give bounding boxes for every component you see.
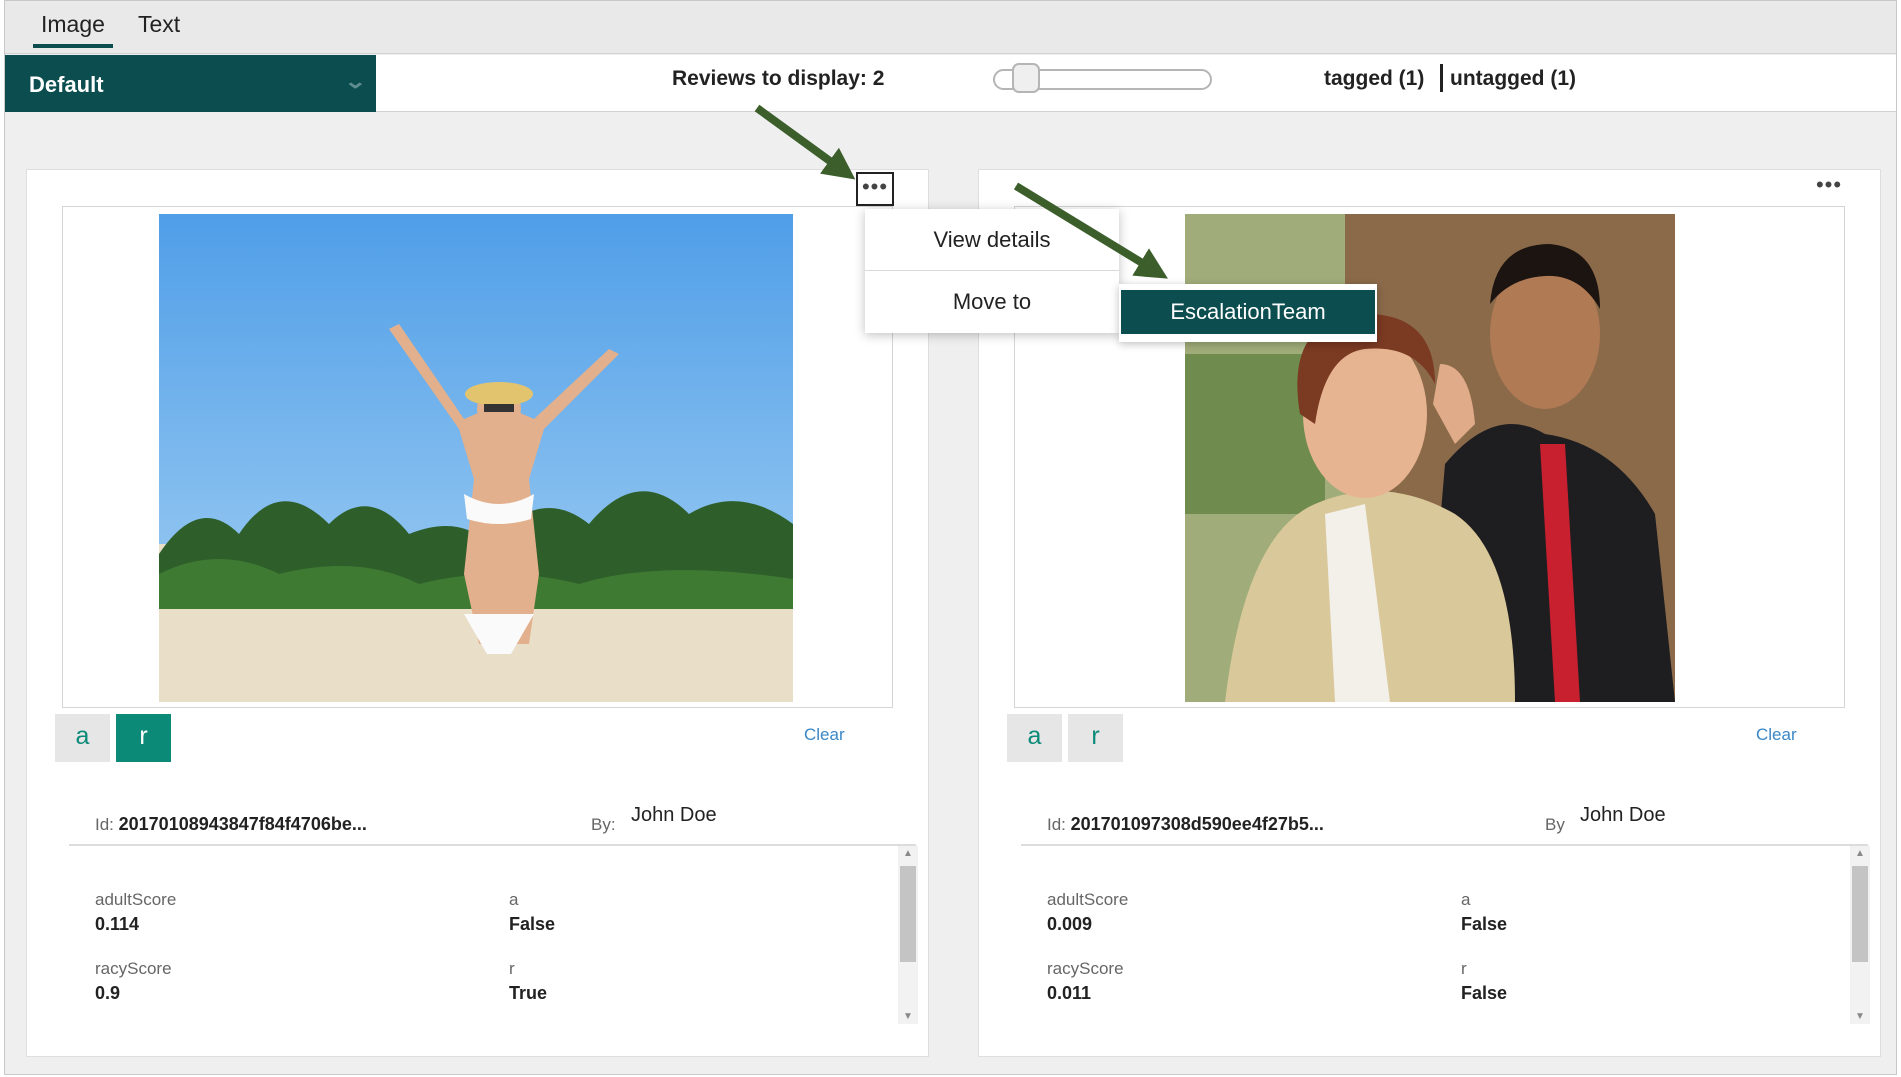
field-label: a	[1461, 890, 1471, 909]
field-label: racyScore	[95, 959, 172, 978]
field-label: r	[1461, 959, 1467, 978]
review-image-frame	[62, 206, 893, 708]
review-image-beach	[159, 214, 793, 702]
tag-button-a[interactable]: a	[1007, 714, 1062, 762]
tag-button-r[interactable]: r	[116, 714, 171, 762]
more-options-button[interactable]: •••	[1810, 172, 1848, 206]
menu-item-view-details[interactable]: View details	[865, 209, 1119, 271]
scroll-up-icon[interactable]: ▲	[1850, 848, 1870, 859]
move-to-submenu: EscalationTeam	[1119, 284, 1377, 342]
review-app: Image Text Default ⌄ Reviews to display:…	[4, 0, 1897, 1075]
submenu-item-escalationteam[interactable]: EscalationTeam	[1121, 290, 1375, 334]
scrollbar-thumb[interactable]	[900, 866, 916, 962]
scrollbar-thumb[interactable]	[1852, 866, 1868, 962]
review-image-frame	[1014, 206, 1845, 708]
more-options-menu: View details Move to	[865, 209, 1119, 333]
field-value: 0.114	[95, 914, 140, 934]
filter-tagged[interactable]: tagged (1)	[1324, 67, 1424, 91]
field-value: 0.9	[95, 983, 121, 1003]
review-id-row: Id: 20170108943847f84f4706be...	[95, 814, 367, 835]
content-type-tabs: Image Text	[5, 1, 1896, 54]
filter-divider	[1440, 64, 1443, 92]
clear-tags-link[interactable]: Clear	[1756, 725, 1797, 745]
filter-untagged[interactable]: untagged (1)	[1450, 67, 1576, 91]
reviews-to-display-label: Reviews to display: 2	[672, 67, 885, 90]
more-options-button[interactable]: •••	[856, 172, 894, 206]
field-value: 0.009	[1047, 914, 1093, 934]
metadata-scrollbar[interactable]: ▲ ▼	[898, 846, 918, 1024]
reviewer-name: John Doe	[631, 804, 717, 826]
reviewer-label: By	[1545, 815, 1565, 834]
reviewer-name: John Doe	[1580, 804, 1666, 826]
clear-tags-link[interactable]: Clear	[804, 725, 845, 745]
divider	[69, 844, 916, 846]
field-label: adultScore	[1047, 890, 1129, 909]
field-label: racyScore	[1047, 959, 1124, 978]
field-value: False	[1461, 983, 1508, 1003]
review-id-label: Id:	[95, 815, 114, 834]
reviews-slider-thumb[interactable]	[1012, 63, 1040, 93]
review-id-label: Id:	[1047, 815, 1066, 834]
scroll-up-icon[interactable]: ▲	[898, 848, 918, 859]
tab-text[interactable]: Text	[138, 11, 180, 38]
review-toolbar: Default ⌄ Reviews to display: 2 tagged (…	[5, 55, 1896, 112]
tag-button-r[interactable]: r	[1068, 714, 1123, 762]
scroll-down-icon[interactable]: ▼	[898, 1011, 918, 1022]
queue-dropdown[interactable]: Default ⌄	[5, 55, 376, 112]
review-id-row: Id: 201701097308d590ee4f27b5...	[1047, 814, 1324, 835]
tag-button-a[interactable]: a	[55, 714, 110, 762]
field-label: r	[509, 959, 515, 978]
review-card: ••• a r Clear Id: 20170108943847f84f4706…	[26, 169, 929, 1057]
metadata-scrollbar[interactable]: ▲ ▼	[1850, 846, 1870, 1024]
field-value: False	[509, 914, 556, 934]
field-label: a	[509, 890, 519, 909]
field-value: 0.011	[1047, 983, 1092, 1003]
review-id-value: 20170108943847f84f4706be...	[118, 814, 367, 834]
field-label: adultScore	[95, 890, 177, 909]
queue-dropdown-value: Default	[29, 72, 104, 97]
chevron-down-icon: ⌄	[343, 71, 368, 93]
tab-image[interactable]: Image	[33, 11, 113, 48]
field-value: True	[509, 983, 548, 1003]
scroll-down-icon[interactable]: ▼	[1850, 1011, 1870, 1022]
review-id-value: 201701097308d590ee4f27b5...	[1070, 814, 1324, 834]
reviewer-label: By:	[591, 815, 616, 834]
menu-item-move-to[interactable]: Move to	[865, 271, 1119, 333]
divider	[1021, 844, 1868, 846]
field-value: False	[1461, 914, 1508, 934]
